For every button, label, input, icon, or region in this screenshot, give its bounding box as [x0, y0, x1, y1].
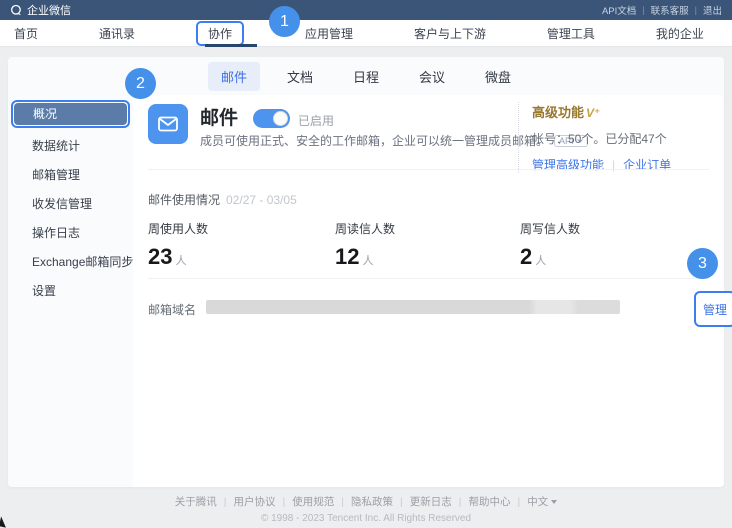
contact-support-link[interactable]: 联系客服	[651, 3, 689, 17]
wechat-work-logo-icon	[10, 4, 23, 17]
tab-drive[interactable]: 微盘	[472, 62, 524, 91]
manage-domain-link[interactable]: 管理	[703, 301, 727, 318]
footer-about-link[interactable]: 关于腾讯	[175, 494, 217, 509]
footer: 关于腾讯 | 用户协议 | 使用规范 | 隐私政策 | 更新日志 | 帮助中心 …	[0, 494, 732, 524]
nav-item-customers[interactable]: 客户与上下游	[414, 25, 486, 42]
separator: |	[283, 496, 286, 508]
premium-title: 高级功能V⁺	[532, 102, 713, 121]
footer-privacy-link[interactable]: 隐私政策	[351, 494, 393, 509]
divider	[148, 169, 709, 170]
sidebar-item-mailbox-management[interactable]: 邮箱管理	[8, 161, 133, 190]
sidebar: 概况 数据统计 邮箱管理 收发信管理 操作日志 Exchange邮箱同步 设置	[8, 95, 133, 487]
api-docs-link[interactable]: API文档	[602, 3, 636, 17]
sidebar-item-overview-annotation-box: 概况	[11, 100, 130, 128]
premium-vip-icon: V⁺	[586, 106, 600, 120]
sidebar-item-exchange-sync[interactable]: Exchange邮箱同步	[8, 248, 133, 277]
main-nav: 首页 通讯录 协作 应用管理 客户与上下游 管理工具 我的企业	[0, 20, 732, 47]
domain-label: 邮箱域名	[148, 301, 196, 318]
annotation-step-2: 2	[125, 68, 156, 99]
cursor-artifact	[0, 516, 8, 527]
premium-links: 管理高级功能 | 企业订单	[532, 156, 713, 173]
stat-unit: 人	[362, 255, 373, 267]
footer-help-center-link[interactable]: 帮助中心	[468, 494, 510, 509]
stat-value: 12	[335, 244, 359, 269]
nav-item-app-management[interactable]: 应用管理	[305, 25, 353, 42]
sidebar-item-operation-log[interactable]: 操作日志	[8, 219, 133, 248]
premium-section: 高级功能V⁺ 帐号：50个。已分配47个 管理高级功能 | 企业订单	[518, 102, 713, 173]
mail-description-text: 成员可使用正式、安全的工作邮箱，企业可以统一管理成员邮箱。	[200, 134, 548, 148]
footer-usage-rules-link[interactable]: 使用规范	[292, 494, 334, 509]
module-tabs: 邮件 文档 日程 会议 微盘	[8, 57, 724, 95]
envelope-icon	[156, 112, 180, 136]
stat-unit: 人	[535, 255, 546, 267]
separator: |	[459, 496, 462, 508]
stat-label: 周读信人数	[335, 220, 395, 237]
usage-title-row: 邮件使用情况 02/27 - 03/05	[148, 191, 297, 208]
sidebar-item-statistics[interactable]: 数据统计	[8, 132, 133, 161]
caret-down-icon	[551, 500, 557, 504]
stat-value: 23	[148, 244, 172, 269]
stat-label: 周使用人数	[148, 220, 208, 237]
manage-domain-annotation-box[interactable]: 管理	[694, 291, 732, 327]
separator: |	[224, 496, 227, 508]
premium-accounts: 帐号：50个。已分配47个	[532, 130, 713, 147]
stat-weekly-writers: 周写信人数 2人	[520, 220, 580, 270]
separator: |	[400, 496, 403, 508]
nav-item-contacts[interactable]: 通讯录	[99, 25, 135, 42]
mail-app-icon	[148, 104, 188, 144]
tab-docs[interactable]: 文档	[274, 62, 326, 91]
nav-item-home[interactable]: 首页	[14, 25, 38, 42]
tab-mail[interactable]: 邮件	[208, 62, 260, 91]
usage-period: 02/27 - 03/05	[226, 193, 297, 207]
footer-user-agreement-link[interactable]: 用户协议	[234, 494, 276, 509]
page: 企业微信 API文档 | 联系客服 | 退出 首页 通讯录 协作 应用管理 客户…	[0, 0, 732, 527]
mail-overview-content: 邮件 已启用 成员可使用正式、安全的工作邮箱，企业可以统一管理成员邮箱。API …	[133, 95, 724, 487]
sidebar-item-settings[interactable]: 设置	[8, 277, 133, 306]
toggle-status-label: 已启用	[298, 112, 334, 129]
usage-title: 邮件使用情况	[148, 193, 220, 207]
stat-weekly-users: 周使用人数 23人	[148, 220, 208, 270]
mail-enabled-toggle[interactable]	[253, 109, 290, 128]
separator: |	[695, 5, 697, 15]
separator: |	[517, 496, 520, 508]
stat-value: 2	[520, 244, 532, 269]
stat-label: 周写信人数	[520, 220, 580, 237]
annotation-step-1: 1	[269, 6, 300, 37]
app-logo[interactable]: 企业微信	[10, 2, 71, 18]
separator: |	[642, 5, 644, 15]
manage-premium-link[interactable]: 管理高级功能	[532, 156, 604, 173]
topbar: 企业微信 API文档 | 联系客服 | 退出	[0, 0, 732, 20]
nav-item-admin-tools[interactable]: 管理工具	[547, 25, 595, 42]
mail-title: 邮件	[200, 103, 238, 130]
logout-link[interactable]: 退出	[703, 3, 722, 17]
footer-links: 关于腾讯 | 用户协议 | 使用规范 | 隐私政策 | 更新日志 | 帮助中心 …	[0, 494, 732, 509]
app-logo-text: 企业微信	[27, 2, 71, 18]
divider	[148, 278, 709, 279]
footer-changelog-link[interactable]: 更新日志	[410, 494, 452, 509]
stat-weekly-readers: 周读信人数 12人	[335, 220, 395, 270]
nav-item-collaboration-label: 协作	[208, 27, 232, 41]
language-label: 中文	[527, 494, 548, 509]
sidebar-item-overview[interactable]: 概况	[14, 103, 127, 125]
tab-calendar[interactable]: 日程	[340, 62, 392, 91]
topbar-links: API文档 | 联系客服 | 退出	[602, 3, 722, 17]
sidebar-item-send-receive[interactable]: 收发信管理	[8, 190, 133, 219]
tab-meeting[interactable]: 会议	[406, 62, 458, 91]
copyright: © 1998 - 2023 Tencent Inc. All Rights Re…	[0, 513, 732, 524]
redacted-domain-bar	[206, 300, 620, 314]
mail-admin-card: 邮件 文档 日程 会议 微盘 概况 数据统计 邮箱管理 收发信管理 操作日志 E…	[8, 57, 724, 487]
active-nav-indicator	[205, 44, 257, 47]
enterprise-order-link[interactable]: 企业订单	[623, 156, 671, 173]
language-selector[interactable]: 中文	[527, 494, 557, 509]
toggle-knob	[273, 111, 288, 126]
annotation-step-3: 3	[687, 248, 718, 279]
nav-item-my-company[interactable]: 我的企业	[656, 25, 704, 42]
stat-unit: 人	[175, 255, 186, 267]
separator: |	[341, 496, 344, 508]
premium-title-text: 高级功能	[532, 105, 584, 120]
nav-item-collaboration-annotated[interactable]: 协作	[196, 21, 244, 46]
